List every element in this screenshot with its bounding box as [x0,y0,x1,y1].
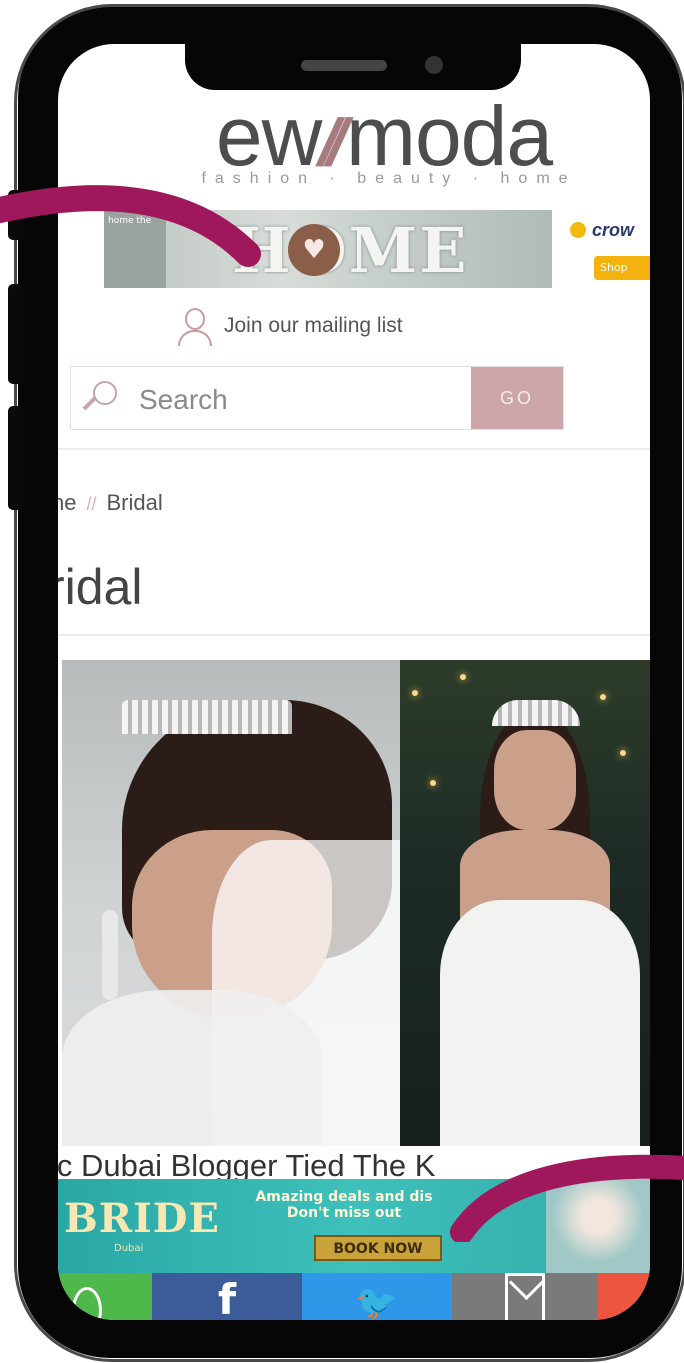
whatsapp-icon [72,1287,102,1320]
home-banner-small-text: home the [104,210,166,288]
bride-ad-image [546,1179,650,1273]
bride-photo-right[interactable] [400,660,650,1146]
twitter-share-button[interactable]: 🐦 [302,1273,452,1320]
home-banner-text: HOME [232,214,469,287]
bride-ad-tagline-line2: Don't miss out [286,1205,402,1221]
twitter-icon: 🐦 [355,1283,399,1320]
user-icon [178,306,212,346]
bride-ad-sub: Dubai [114,1243,144,1254]
more-share-button[interactable] [598,1273,650,1320]
notch [185,44,521,90]
front-camera [425,56,443,74]
logo-text-right: moda [345,89,553,183]
logo-text-left: ew [215,89,322,183]
home-banner-ad[interactable]: home the HOME ♥ [104,210,552,288]
volume-down-button [8,406,24,510]
crow-ad[interactable]: crow Shop [562,214,650,290]
heart-icon: ♥ [288,224,340,276]
mail-icon [505,1273,545,1320]
crow-ad-brand: crow [592,220,635,240]
phone-screen: ew // moda fashion · beauty · home home th… [58,44,650,1320]
speaker-grille [301,60,387,71]
breadcrumb: ne // Bridal [58,490,163,516]
share-bar: f 🐦 [58,1273,650,1320]
bride-ad-tagline-line1: Amazing deals and dis [255,1189,433,1205]
bride-photo-left[interactable] [62,660,400,1146]
title-divider [58,634,650,636]
facebook-share-button[interactable]: f [152,1273,302,1320]
email-share-button[interactable] [452,1273,598,1320]
breadcrumb-separator: // [86,494,97,514]
search-go-button[interactable]: GO [471,367,563,429]
page-title: ridal [58,559,143,615]
crow-shop-button[interactable]: Shop [594,256,650,280]
search-form: GO [70,366,564,430]
bride-dubai-ad[interactable]: BRIDE Dubai Amazing deals and dis Don't … [58,1179,650,1273]
book-now-button[interactable]: BOOK NOW [314,1235,442,1261]
mute-switch [8,190,24,240]
volume-up-button [8,284,24,384]
whatsapp-share-button[interactable] [58,1273,152,1320]
search-icon [81,379,121,419]
bride-ad-tagline: Amazing deals and dis Don't miss out [234,1189,454,1221]
crow-logo-icon [570,222,586,238]
mailing-list-label: Join our mailing list [224,314,403,337]
site-tagline: fashion · beauty · home [201,170,577,187]
breadcrumb-home-link[interactable]: ne [58,490,76,515]
bride-ad-logo: BRIDE [64,1195,220,1242]
mailing-list-link[interactable]: Join our mailing list [178,306,403,346]
breadcrumb-current: Bridal [106,490,163,515]
header-divider [58,448,650,450]
facebook-icon: f [217,1275,237,1321]
search-input[interactable] [137,377,461,423]
